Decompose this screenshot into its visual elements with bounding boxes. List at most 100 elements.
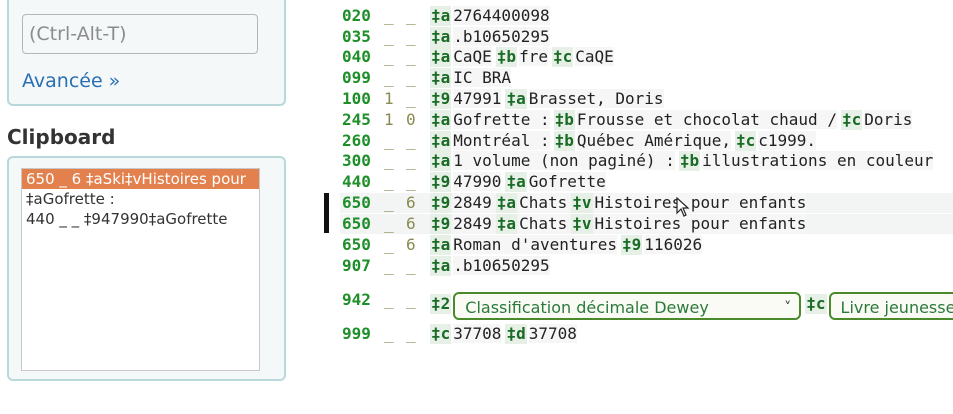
indicator-2[interactable]: _ xyxy=(406,151,416,171)
subfield-code[interactable]: ‡a xyxy=(505,89,527,109)
subfield-code[interactable]: ‡a xyxy=(430,131,452,151)
marc-field-row[interactable]: 650 _ 6 ‡a Roman d'aventures ‡9 116026 xyxy=(340,235,953,255)
subfield-code[interactable]: ‡a xyxy=(505,172,527,192)
marc-field-row[interactable]: 260 _ _ ‡a Montréal : ‡b Québec Amérique, ‡c c19… xyxy=(340,131,953,151)
indicator-2[interactable]: _ xyxy=(406,27,416,47)
subfield-code[interactable]: ‡a xyxy=(430,6,452,26)
subfield-value[interactable]: Chats xyxy=(519,214,568,233)
field-tag[interactable]: 650 xyxy=(342,214,371,234)
subfield-value[interactable]: Histoires pour enfants xyxy=(594,193,807,212)
indicator-1[interactable]: _ xyxy=(384,27,394,47)
field-tag[interactable]: 300 xyxy=(342,151,371,171)
subfield-value[interactable]: 2764400098 xyxy=(453,6,550,25)
indicator-1[interactable]: _ xyxy=(384,131,394,151)
catalog-search-input[interactable] xyxy=(22,14,258,54)
clipboard-list[interactable]: 650 _ 6 ‡aSki‡vHistoires pour ‡aGofrette… xyxy=(21,168,260,371)
field-tag[interactable]: 907 xyxy=(342,256,371,276)
subfield-code[interactable]: ‡b xyxy=(553,131,575,151)
field-tag[interactable]: 440 xyxy=(342,172,371,192)
subfield-value[interactable]: Roman d'aventures xyxy=(453,235,618,254)
subfield-code[interactable]: ‡a xyxy=(430,151,452,171)
marc-field-row[interactable]: 650 _ 6 ‡9 2849 ‡a Chats ‡v Histoires pour enfan… xyxy=(340,214,953,234)
indicator-2[interactable]: _ xyxy=(406,256,416,276)
indicator-2[interactable]: _ xyxy=(406,131,416,151)
indicator-1[interactable]: _ xyxy=(384,256,394,276)
subfield-code[interactable]: ‡c xyxy=(734,131,757,151)
indicator-1[interactable]: _ xyxy=(384,290,394,310)
indicator-1[interactable]: _ xyxy=(384,324,394,344)
indicator-1[interactable]: _ xyxy=(384,193,394,213)
field-tag[interactable]: 999 xyxy=(342,324,371,344)
advanced-search-link[interactable]: Avancée » xyxy=(22,70,120,92)
marc-field-row[interactable]: 020 _ _ ‡a 2764400098 xyxy=(340,6,953,26)
indicator-2[interactable]: _ xyxy=(406,89,416,109)
subfield-value[interactable]: 2849 xyxy=(453,214,492,233)
indicator-2[interactable]: _ xyxy=(406,324,416,344)
indicator-2[interactable]: 6 xyxy=(406,214,416,234)
subfield-code[interactable]: ‡b xyxy=(553,110,575,130)
subfield-value[interactable]: CaQE xyxy=(575,47,614,66)
subfield-code[interactable]: ‡9 xyxy=(430,214,452,234)
field-tag[interactable]: 260 xyxy=(342,131,371,151)
subfield-code[interactable]: ‡a xyxy=(430,110,452,130)
indicator-1[interactable]: _ xyxy=(384,151,394,171)
clipboard-item[interactable]: 440 _ _ ‡947990‡aGofrette xyxy=(22,209,259,229)
subfield-value[interactable]: .b10650295 xyxy=(453,27,550,46)
subfield-value[interactable]: 116026 xyxy=(644,235,703,254)
subfield-code[interactable]: ‡9 xyxy=(430,89,452,109)
subfield-code[interactable]: ‡a xyxy=(495,214,518,234)
field-tag[interactable]: 100 xyxy=(342,89,371,109)
subfield-value[interactable]: Histoires pour enfants xyxy=(594,214,807,233)
field-tag[interactable]: 099 xyxy=(342,68,371,88)
subfield-code[interactable]: ‡2 xyxy=(430,293,452,314)
subfield-value[interactable]: Chats xyxy=(519,193,568,212)
field-tag[interactable]: 020 xyxy=(342,6,371,26)
marc-field-row[interactable]: 100 1 _ ‡9 47991 ‡a Brasset, Doris xyxy=(340,89,953,109)
field-tag[interactable]: 035 xyxy=(342,27,371,47)
subfield-value[interactable]: Gofrette xyxy=(528,172,606,191)
field-tag[interactable]: 650 xyxy=(342,235,371,255)
indicator-1[interactable]: _ xyxy=(384,172,394,192)
subfield-code[interactable]: ‡a xyxy=(430,27,452,47)
field-tag[interactable]: 942 xyxy=(342,290,371,310)
subfield-code[interactable]: ‡c xyxy=(430,324,452,344)
subfield-value[interactable]: 2849 xyxy=(453,193,492,212)
subfield-code[interactable]: ‡b xyxy=(678,151,701,171)
subfield-code[interactable]: ‡d xyxy=(505,324,527,344)
subfield-value[interactable]: 37708 xyxy=(453,324,502,343)
indicator-2[interactable]: 6 xyxy=(406,235,416,255)
marc-field-row[interactable]: 942 _ _ ‡2 Classification décimale Dewey ˅ ‡c L… xyxy=(340,290,953,320)
indicator-2[interactable]: _ xyxy=(406,68,416,88)
subfield-value[interactable]: 47990 xyxy=(453,172,502,191)
subfield-value[interactable]: 1 volume (non paginé) : xyxy=(453,151,675,170)
indicator-1[interactable]: _ xyxy=(384,6,394,26)
marc-field-row[interactable]: 099 _ _ ‡a IC BRA xyxy=(340,68,953,88)
authorised-value-select[interactable]: Classification décimale Dewey ˅ xyxy=(453,292,802,320)
clipboard-item[interactable]: ‡aGofrette : xyxy=(22,189,259,209)
subfield-value[interactable]: Gofrette : xyxy=(453,110,550,129)
field-tag[interactable]: 245 xyxy=(342,110,371,130)
indicator-2[interactable]: _ xyxy=(406,290,416,310)
subfield-value[interactable]: 37708 xyxy=(528,324,577,343)
indicator-1[interactable]: _ xyxy=(384,68,394,88)
marc-field-row[interactable]: 650 _ 6 ‡9 2849 ‡a Chats ‡v Histoires pour enfan… xyxy=(340,193,953,213)
subfield-value[interactable]: Montréal : xyxy=(453,131,550,150)
subfield-code[interactable]: ‡a xyxy=(430,256,452,276)
marc-editor[interactable]: 020 _ _ ‡a 2764400098 035 _ _ ‡a .b10650295 040 _ _ ‡… xyxy=(340,0,953,414)
subfield-value[interactable]: .b10650295 xyxy=(453,256,550,275)
indicator-2[interactable]: _ xyxy=(406,172,416,192)
marc-field-row[interactable]: 035 _ _ ‡a .b10650295 xyxy=(340,27,953,47)
subfield-code[interactable]: ‡a xyxy=(430,68,452,88)
marc-field-row[interactable]: 999 _ _ ‡c 37708 ‡d 37708 xyxy=(340,324,953,344)
indicator-2[interactable]: _ xyxy=(406,6,416,26)
subfield-code[interactable]: ‡a xyxy=(495,193,518,213)
subfield-code[interactable]: ‡9 xyxy=(430,172,452,192)
indicator-1[interactable]: _ xyxy=(384,235,394,255)
subfield-code[interactable]: ‡a xyxy=(430,235,452,255)
subfield-value[interactable]: 47991 xyxy=(453,89,502,108)
marc-field-row[interactable]: 440 _ _ ‡9 47990 ‡a Gofrette xyxy=(340,172,953,192)
marc-field-row[interactable]: 300 _ _ ‡a 1 volume (non paginé) : ‡b illustra… xyxy=(340,151,953,171)
marc-field-row[interactable]: 907 _ _ ‡a .b10650295 xyxy=(340,256,953,276)
indicator-2[interactable]: _ xyxy=(406,47,416,67)
indicator-2[interactable]: 6 xyxy=(406,193,416,213)
